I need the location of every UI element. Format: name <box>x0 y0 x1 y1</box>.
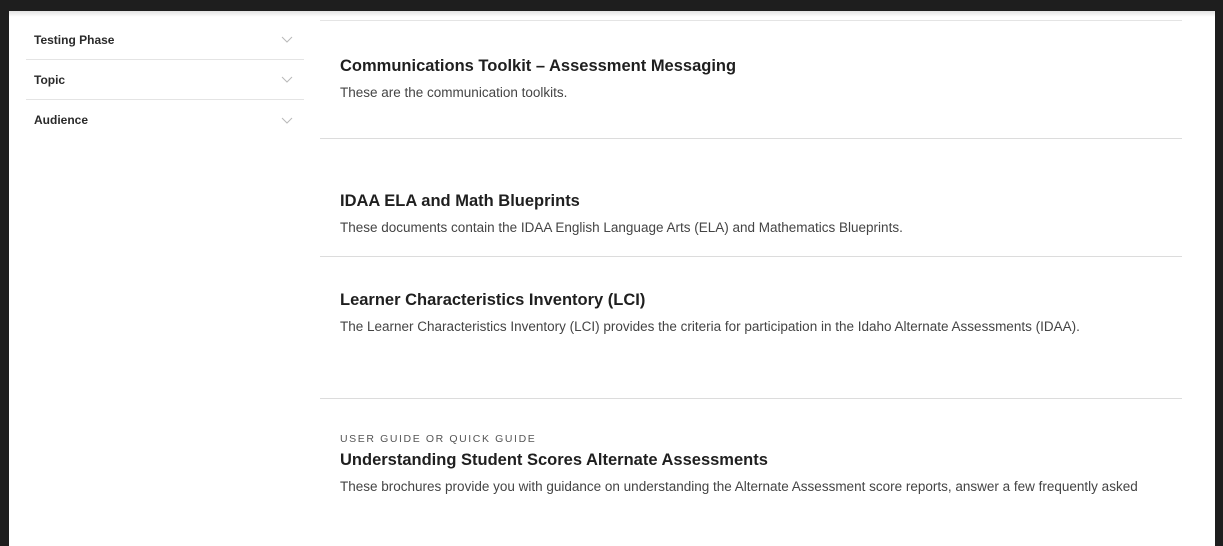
result-description: The Learner Characteristics Inventory (L… <box>340 319 1080 334</box>
result-item: Learner Characteristics Inventory (LCI) … <box>320 257 1182 399</box>
results-list: Communications Toolkit – Assessment Mess… <box>320 20 1182 498</box>
filter-testing-phase[interactable]: Testing Phase <box>26 20 304 60</box>
result-category-label: USER GUIDE OR QUICK GUIDE <box>340 433 537 445</box>
window-frame-top <box>0 0 1223 11</box>
result-title-link[interactable]: Communications Toolkit – Assessment Mess… <box>340 56 1162 76</box>
result-description: These brochures provide you with guidanc… <box>340 479 1138 494</box>
window-frame-right <box>1215 0 1223 546</box>
filter-topic[interactable]: Topic <box>26 60 304 100</box>
chevron-down-icon[interactable] <box>280 33 294 47</box>
result-item: USER GUIDE OR QUICK GUIDE Understanding … <box>320 399 1182 498</box>
chevron-down-icon[interactable] <box>280 73 294 87</box>
result-title-link[interactable]: Learner Characteristics Inventory (LCI) <box>340 290 1162 310</box>
filter-audience[interactable]: Audience <box>26 100 304 140</box>
result-description: These are the communication toolkits. <box>340 85 568 100</box>
result-item: Communications Toolkit – Assessment Mess… <box>320 21 1182 139</box>
result-description: These documents contain the IDAA English… <box>340 220 903 235</box>
filter-label: Testing Phase <box>34 32 115 47</box>
result-title-link[interactable]: IDAA ELA and Math Blueprints <box>340 191 1162 211</box>
chevron-down-icon[interactable] <box>280 113 294 127</box>
filter-label: Topic <box>34 72 66 87</box>
result-title-link[interactable]: Understanding Student Scores Alternate A… <box>340 450 1162 470</box>
filter-sidebar: Testing Phase Topic Audience <box>26 20 304 140</box>
result-item: IDAA ELA and Math Blueprints These docum… <box>320 139 1182 257</box>
filter-label: Audience <box>34 113 89 127</box>
header-shadow <box>9 11 1215 17</box>
window-frame-left <box>0 0 9 546</box>
